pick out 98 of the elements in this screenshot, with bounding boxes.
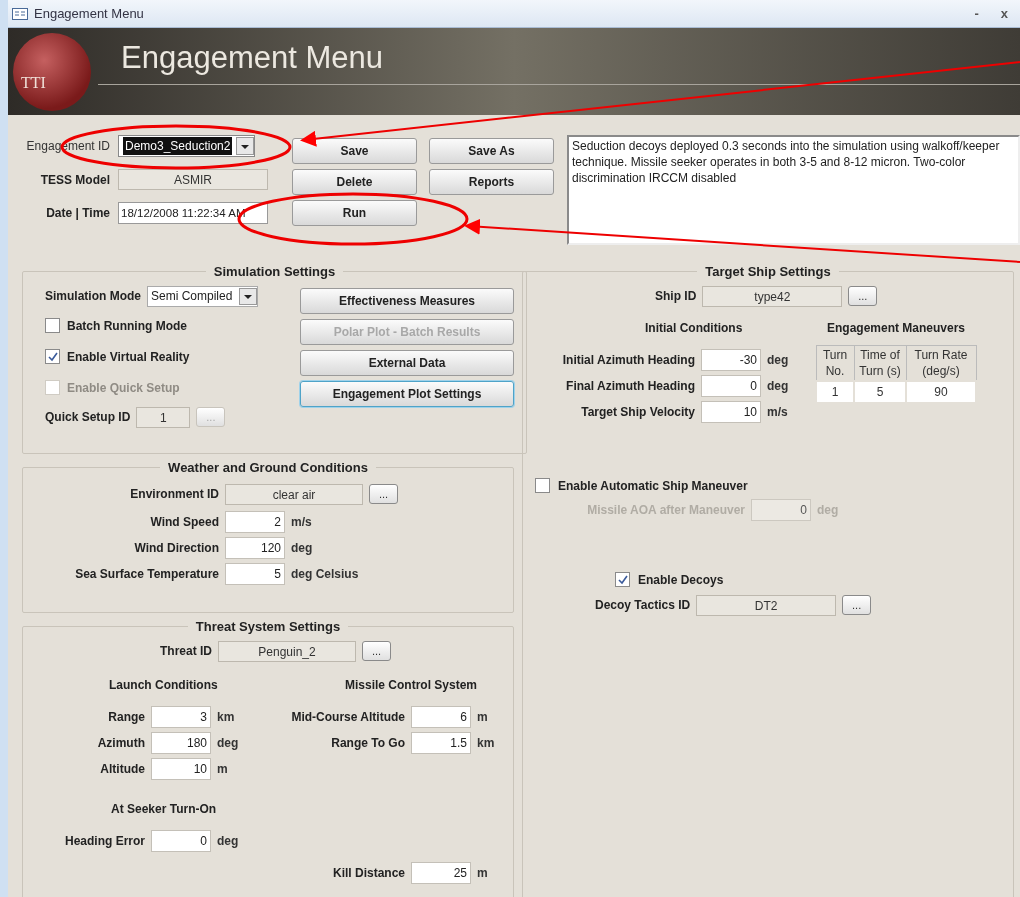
unit-label: m bbox=[477, 864, 488, 882]
field-label: Sea Surface Temperature bbox=[74, 565, 219, 583]
action-button[interactable]: Save As bbox=[429, 138, 554, 164]
unit-label: deg bbox=[767, 377, 789, 395]
field-label: Threat ID bbox=[160, 643, 212, 660]
unit-label: km bbox=[217, 708, 235, 726]
action-button[interactable]: Run bbox=[292, 200, 417, 226]
browse-button[interactable]: ... bbox=[369, 484, 398, 504]
field-label: Wind Direction bbox=[133, 539, 219, 557]
unit-label: m bbox=[217, 760, 228, 778]
unit-label: deg bbox=[217, 734, 239, 752]
readonly-field: Penguin_2 bbox=[218, 640, 356, 662]
field-label: TESS Model bbox=[39, 171, 110, 189]
field-label: Range To Go bbox=[330, 734, 405, 752]
unit-label: deg bbox=[217, 832, 239, 850]
checkbox[interactable] bbox=[615, 572, 630, 587]
panel-title: Weather and Ground Conditions bbox=[167, 459, 369, 477]
description-box[interactable]: Seduction decoys deployed 0.3 seconds into the simulation using walkoff/keeper technique. Missile seeker operates in both 3-5 and 8-12 micron. Two-color discrimination IRCCM disabled bbox=[567, 135, 1020, 245]
number-field[interactable]: 1.5 bbox=[411, 731, 471, 754]
field-label: Wind Speed bbox=[149, 513, 219, 531]
number-field[interactable]: 120 bbox=[225, 536, 285, 559]
browse-button[interactable]: ... bbox=[848, 286, 878, 306]
unit-label: m/s bbox=[767, 403, 788, 421]
number-field[interactable]: 10 bbox=[701, 400, 761, 423]
browse-button[interactable]: ... bbox=[842, 595, 872, 615]
panel-title: Simulation Settings bbox=[212, 263, 337, 281]
readonly-field: 1 bbox=[136, 406, 191, 428]
field-label: Quick Setup ID bbox=[45, 409, 131, 426]
number-field[interactable]: 0 bbox=[701, 374, 761, 397]
unit-label: deg bbox=[767, 351, 789, 369]
number-field[interactable]: -30 bbox=[701, 348, 761, 371]
field-label: Simulation Mode bbox=[45, 288, 141, 305]
checkmark-icon bbox=[47, 351, 58, 362]
form-icon bbox=[12, 7, 28, 20]
field-label: Range bbox=[107, 708, 145, 726]
action-button[interactable]: Delete bbox=[292, 169, 417, 195]
checkmark-icon bbox=[617, 574, 628, 585]
checkbox[interactable] bbox=[45, 318, 60, 333]
number-field[interactable]: 180 bbox=[151, 731, 211, 754]
checkbox-label: Enable Virtual Reality bbox=[67, 348, 190, 366]
group-heading: Initial Conditions bbox=[644, 319, 744, 337]
action-button[interactable]: Engagement Plot Settings bbox=[300, 380, 514, 407]
engagement-dropdown[interactable]: Demo3_Seduction2 bbox=[118, 135, 256, 157]
field-label: Mid-Course Altitude bbox=[290, 708, 405, 726]
table-cell[interactable]: 1 bbox=[816, 380, 854, 403]
checkbox-label: Enable Decoys bbox=[638, 571, 724, 589]
window-title: Engagement Menu bbox=[34, 4, 144, 23]
unit-label: m bbox=[477, 708, 488, 726]
close-button[interactable]: x bbox=[1000, 3, 1008, 24]
field-label: Kill Distance bbox=[331, 864, 405, 882]
action-button[interactable]: External Data bbox=[300, 349, 514, 376]
readonly-field: ASMIR bbox=[118, 169, 268, 190]
number-field[interactable]: 6 bbox=[411, 705, 471, 728]
field-label: Ship ID bbox=[655, 288, 697, 305]
field-label: Azimuth bbox=[96, 734, 145, 752]
readonly-field: DT2 bbox=[696, 594, 837, 616]
browse-button[interactable]: ... bbox=[362, 641, 391, 661]
unit-label: m/s bbox=[291, 513, 312, 531]
group-heading: At Seeker Turn-On bbox=[110, 800, 218, 818]
logo-text: TTI bbox=[21, 72, 46, 93]
panel-title: Threat System Settings bbox=[194, 618, 342, 636]
field-label: Target Ship Velocity bbox=[580, 403, 695, 421]
field-label: Environment ID bbox=[129, 486, 219, 503]
number-field[interactable]: 0 bbox=[151, 829, 211, 852]
group-heading: Engagement Maneuvers bbox=[826, 319, 967, 337]
checkbox-label: Enable Automatic Ship Maneuver bbox=[558, 477, 748, 495]
field-label: Initial Azimuth Heading bbox=[561, 351, 695, 369]
minimize-button[interactable]: - bbox=[974, 3, 979, 24]
checkbox[interactable] bbox=[535, 478, 550, 493]
group-heading: Missile Control System bbox=[344, 676, 479, 694]
field-label: Heading Error bbox=[64, 832, 145, 850]
checkbox[interactable] bbox=[45, 349, 60, 364]
group-heading: Launch Conditions bbox=[108, 676, 219, 694]
table-cell[interactable]: 5 bbox=[854, 380, 906, 403]
number-field[interactable]: 10 bbox=[151, 757, 211, 780]
mode-dropdown[interactable]: Semi Compiled bbox=[147, 285, 258, 307]
number-field[interactable]: 3 bbox=[151, 705, 211, 728]
number-field[interactable]: 25 bbox=[411, 861, 471, 884]
action-button[interactable]: Save bbox=[292, 138, 417, 164]
number-field[interactable]: 5 bbox=[225, 562, 285, 585]
action-button[interactable]: Reports bbox=[429, 169, 554, 195]
table-cell[interactable]: 90 bbox=[906, 380, 976, 403]
unit-label: deg bbox=[291, 539, 313, 557]
readonly-field: type42 bbox=[702, 285, 843, 307]
field-label: Date | Time bbox=[45, 205, 110, 222]
checkbox-label: Batch Running Mode bbox=[67, 317, 187, 335]
number-field[interactable]: 2 bbox=[225, 510, 285, 533]
panel-title: Target Ship Settings bbox=[704, 263, 832, 281]
checkbox-label: Enable Quick Setup bbox=[67, 379, 180, 397]
readonly-field: clear air bbox=[225, 483, 363, 505]
dropdown-value: Demo3_Seduction2 bbox=[123, 137, 233, 155]
action-button[interactable]: Effectiveness Measures bbox=[300, 287, 514, 314]
unit-label: km bbox=[477, 734, 495, 752]
field-label: Decoy Tactics ID bbox=[595, 597, 691, 614]
field-label: Final Azimuth Heading bbox=[565, 377, 695, 395]
field-label: Altitude bbox=[99, 760, 145, 778]
header-title: Engagement Menu bbox=[121, 39, 383, 78]
unit-label: deg Celsius bbox=[291, 565, 359, 583]
